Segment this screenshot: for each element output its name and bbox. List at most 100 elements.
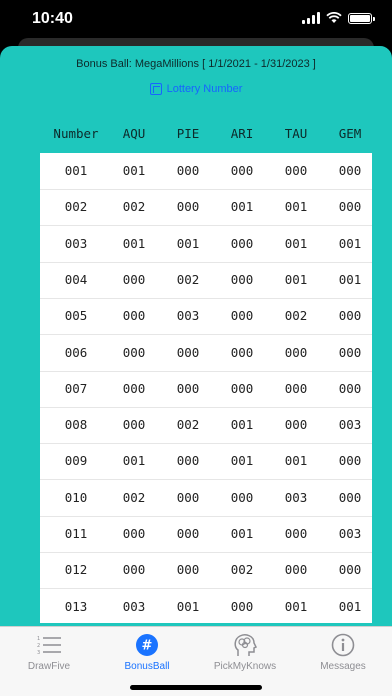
count-cell: 000 xyxy=(284,344,308,360)
tab-messages[interactable]: Messages xyxy=(294,633,392,672)
count-cell: 003 xyxy=(122,598,146,614)
row-number-cell: 006 xyxy=(64,344,88,360)
info-icon xyxy=(331,633,355,657)
row-number-cell: 011 xyxy=(64,526,88,541)
table-row[interactable]: 004 000 002 000 001 001 xyxy=(40,262,372,299)
count-cell: 001 xyxy=(284,235,308,251)
count-cell: 003 xyxy=(338,526,362,541)
count-cell: 002 xyxy=(230,562,254,578)
count-cell: 000 xyxy=(176,526,200,541)
count-cell: 000 xyxy=(122,380,146,396)
table-row[interactable]: 007 000 000 000 000 000 xyxy=(40,371,372,408)
count-cell: 000 xyxy=(122,562,146,578)
count-cell: 001 xyxy=(284,453,308,469)
count-cell: 000 xyxy=(338,562,362,578)
page-title: Bonus Ball: MegaMillions [ 1/1/2021 - 1/… xyxy=(76,58,316,70)
tab-drawfive[interactable]: 1 2 3 DrawFive xyxy=(0,633,98,672)
row-number-cell: 013 xyxy=(64,598,88,614)
count-cell: 000 xyxy=(338,308,362,324)
table-row[interactable]: 010 002 000 000 003 000 xyxy=(40,480,372,517)
column-header-number: Number xyxy=(53,126,99,141)
table-row[interactable]: 003 001 001 000 001 001 xyxy=(40,226,372,263)
count-cell: 000 xyxy=(122,271,146,287)
count-cell: 001 xyxy=(338,271,362,287)
count-cell: 000 xyxy=(338,380,362,396)
count-cell: 000 xyxy=(230,380,254,396)
row-number-cell: 001 xyxy=(64,163,88,178)
row-number-cell: 003 xyxy=(64,235,88,251)
table-row[interactable]: 013 003 001 000 001 001 xyxy=(40,589,372,623)
table-row[interactable]: 005 000 003 000 002 000 xyxy=(40,298,372,336)
count-cell: 002 xyxy=(176,417,200,433)
count-cell: 000 xyxy=(284,526,308,541)
row-number-cell: 010 xyxy=(64,489,88,505)
column-headers: Number AQU PIE ARI TAU GEM xyxy=(0,126,392,144)
svg-text:#: # xyxy=(142,639,153,654)
count-cell: 001 xyxy=(338,598,362,614)
table-row[interactable]: 011 000 000 001 000 003 xyxy=(40,516,372,553)
tab-pickmyknows[interactable]: PickMyKnows xyxy=(196,633,294,672)
lottery-number-label: Lottery Number xyxy=(166,83,243,95)
count-cell: 000 xyxy=(230,598,254,614)
count-cell: 000 xyxy=(176,489,200,505)
column-header-gem: GEM xyxy=(338,126,362,141)
tab-bonusball[interactable]: # BonusBall xyxy=(98,633,196,672)
column-header-tau: TAU xyxy=(284,126,308,141)
tab-label-drawfive: DrawFive xyxy=(27,661,71,672)
svg-text:1: 1 xyxy=(37,636,40,642)
count-cell: 001 xyxy=(122,235,146,251)
bonus-ball-sheet: Bonus Ball: MegaMillions [ 1/1/2021 - 1/… xyxy=(0,46,392,696)
column-header-ari: ARI xyxy=(230,126,254,141)
svg-text:2: 2 xyxy=(37,643,40,649)
home-indicator xyxy=(130,685,262,690)
table-row[interactable]: 001 001 000 000 000 000 xyxy=(40,153,372,190)
count-cell: 000 xyxy=(122,417,146,433)
count-cell: 000 xyxy=(230,344,254,360)
row-number-cell: 002 xyxy=(64,199,88,215)
table-row[interactable]: 012 000 000 002 000 000 xyxy=(40,552,372,590)
count-cell: 000 xyxy=(230,271,254,287)
status-time: 10:40 xyxy=(32,10,73,27)
count-cell: 002 xyxy=(122,199,146,215)
count-cell: 000 xyxy=(176,344,200,360)
tab-label-bonusball: BonusBall xyxy=(124,661,170,672)
row-number-cell: 008 xyxy=(64,417,88,433)
count-cell: 001 xyxy=(176,598,200,614)
count-cell: 001 xyxy=(284,271,308,287)
count-cell: 001 xyxy=(176,235,200,251)
table-row[interactable]: 008 000 002 001 000 003 xyxy=(40,407,372,445)
sort-icon xyxy=(149,83,162,95)
count-cell: 003 xyxy=(284,489,308,505)
count-cell: 000 xyxy=(230,308,254,324)
count-cell: 000 xyxy=(122,308,146,324)
count-cell: 000 xyxy=(176,163,200,178)
count-cell: 002 xyxy=(176,271,200,287)
count-cell: 000 xyxy=(230,163,254,178)
table-row[interactable]: 006 000 000 000 000 000 xyxy=(40,335,372,372)
count-cell: 000 xyxy=(338,163,362,178)
count-cell: 001 xyxy=(122,453,146,469)
count-cell: 000 xyxy=(338,344,362,360)
tab-label-messages: Messages xyxy=(320,661,366,672)
row-number-cell: 005 xyxy=(64,308,88,324)
count-cell: 000 xyxy=(284,417,308,433)
table-row[interactable]: 002 002 000 001 001 000 xyxy=(40,189,372,227)
hash-icon: # xyxy=(136,634,158,656)
row-number-cell: 012 xyxy=(64,562,88,578)
table-row[interactable]: 009 001 000 001 001 000 xyxy=(40,443,372,481)
count-cell: 002 xyxy=(284,308,308,324)
svg-text:3: 3 xyxy=(37,650,40,655)
row-number-cell: 004 xyxy=(64,271,88,287)
count-cell: 000 xyxy=(122,526,146,541)
count-cell: 001 xyxy=(230,526,254,541)
count-cell: 001 xyxy=(338,235,362,251)
results-table[interactable]: 001 001 000 000 000 000 002 002 000 001 001 000 003 0… xyxy=(40,153,372,623)
count-cell: 000 xyxy=(284,163,308,178)
count-cell: 001 xyxy=(284,598,308,614)
numbered-list-icon: 1 2 3 xyxy=(37,636,61,655)
lottery-number-link[interactable]: Lottery Number xyxy=(0,83,392,95)
count-cell: 000 xyxy=(230,235,254,251)
row-number-cell: 007 xyxy=(64,380,88,396)
count-cell: 000 xyxy=(176,380,200,396)
count-cell: 003 xyxy=(176,308,200,324)
